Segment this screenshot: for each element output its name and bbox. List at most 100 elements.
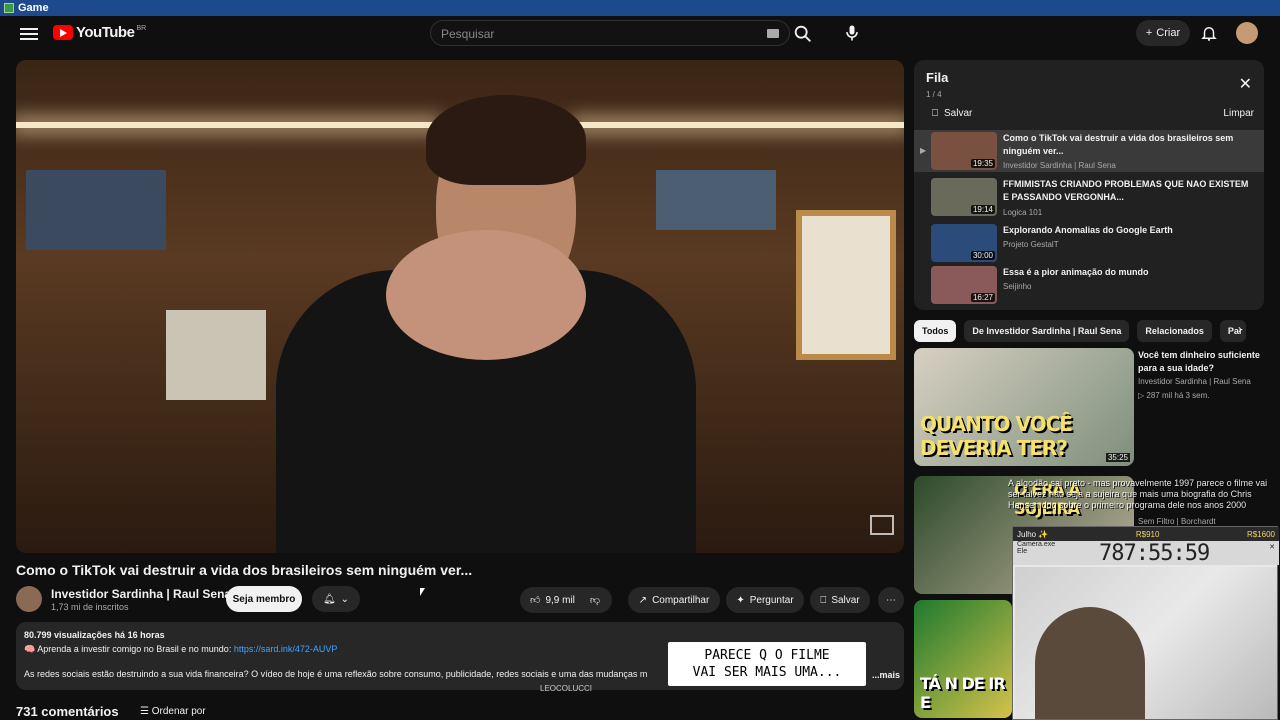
microphone-icon[interactable] <box>842 23 862 43</box>
countdown-value: 787:55:59 <box>1099 541 1210 566</box>
like-count[interactable]: 9,9 mil <box>545 595 574 606</box>
streamer <box>1035 607 1145 719</box>
queue-item-channel: Logica 101 <box>1003 208 1043 217</box>
queue-item[interactable]: 30:00 Explorando Anomalias do Google Ear… <box>914 222 1264 264</box>
chevron-down-icon: ⌄ <box>340 593 350 605</box>
show-more-link[interactable]: ...mais <box>872 670 900 680</box>
queue-item-title: Explorando Anomalias do Google Earth <box>1003 225 1173 235</box>
chip-related[interactable]: Relacionados <box>1137 320 1212 342</box>
stream-chat-overlay: A algodão sai preto - mas provavelmente … <box>1008 478 1268 510</box>
save-button[interactable]: ⎕ Salvar <box>810 587 870 613</box>
thumbnail-text: TÁ N DE IR E <box>920 674 1006 712</box>
queue-clear-button[interactable]: Limpar <box>1223 108 1254 119</box>
queue-item[interactable]: ▶ 19:35 Como o TikTok vai destruir a vid… <box>914 130 1264 172</box>
like-icon[interactable]: 👍︎ <box>530 594 540 606</box>
logo-text: YouTube <box>76 24 135 41</box>
queue-thumbnail: 19:14 <box>931 178 997 216</box>
bell-icon: 🔔︎ <box>322 593 336 605</box>
notifications-bell-icon[interactable] <box>1200 24 1218 42</box>
more-actions-button[interactable]: ⋯ <box>878 587 904 613</box>
subscriber-count: 1,73 mi de inscritos <box>51 602 129 612</box>
recommendation-thumbnail[interactable]: TÁ N DE IR E <box>914 600 1012 718</box>
queue-position: 1 / 4 <box>926 90 942 99</box>
webcam-feed <box>1015 567 1277 719</box>
dislike-icon[interactable]: 👎︎ <box>590 594 600 606</box>
stream-subtitle: PARECE Q O FILME VAI SER MAIS UMA... <box>668 642 866 686</box>
chip-channel[interactable]: De Investidor Sardinha | Raul Sena <box>964 320 1130 342</box>
plus-icon: + <box>1145 27 1153 39</box>
shelf-light-right <box>576 122 904 128</box>
queue-item-title: Como o TikTok vai destruir a vida dos br… <box>1003 133 1234 156</box>
window-title: Game <box>18 2 49 14</box>
close-icon[interactable]: ✕ <box>1239 74 1252 94</box>
picture-frame <box>796 210 896 360</box>
recommendation-title[interactable]: Você tem dinheiro suficiente para a sua … <box>1138 349 1268 375</box>
ask-label: Perguntar <box>749 594 794 606</box>
ask-button[interactable]: ✦ Perguntar <box>726 587 804 613</box>
chip-all[interactable]: Todos <box>914 320 957 342</box>
subtitle-line-2: VAI SER MAIS UMA... <box>692 665 842 680</box>
youtube-play-icon <box>53 25 73 40</box>
recommendation-channel[interactable]: Investidor Sardinha | Raul Sena <box>1138 377 1268 386</box>
window-titlebar: Game <box>0 0 1280 16</box>
video-title: Como o TikTok vai destruir a vida dos br… <box>16 562 473 578</box>
more-icon: ⋯ <box>886 594 896 606</box>
app-icon <box>4 3 14 13</box>
queue-thumbnail: 19:35 <box>931 132 997 170</box>
duration: 35:25 <box>1105 453 1130 462</box>
queue-item-title: FFMIMISTAS CRIANDO PROBLEMAS QUE NAO EXI… <box>1003 179 1249 202</box>
youtube-header: YouTube BR Pesquisar + Criar <box>0 16 1280 52</box>
save-label: Salvar <box>831 594 860 606</box>
stream-timer-widget: Julho ✨ R$910 R$1600 Camera.exe Ele ✕ 78… <box>1012 526 1279 720</box>
bookmark-icon: ⎕ <box>820 594 827 606</box>
recommendation-meta: ▷ 287 mil há 3 sem. <box>1138 391 1210 400</box>
queue-item-title: Essa é a pior animação do mundo <box>1003 267 1149 277</box>
queue-item-channel: Projeto GestalT <box>1003 240 1059 249</box>
duration: 19:35 <box>970 159 995 168</box>
comments-count: 731 comentários <box>16 704 119 719</box>
menu-icon[interactable] <box>20 25 38 43</box>
recommendation-channel[interactable]: Sem Filtro | Borchardt <box>1138 517 1268 526</box>
bookmark-icon: ⎕ <box>932 108 938 119</box>
video-player[interactable] <box>16 60 904 553</box>
sparkle-icon: ✦ <box>736 594 745 606</box>
close-icon[interactable]: ✕ <box>1269 543 1275 551</box>
money-goal-mid: R$910 <box>1135 529 1160 539</box>
shelf-light-left <box>16 122 436 128</box>
money-goal-right: R$1600 <box>1246 529 1275 539</box>
description-link[interactable]: https://sard.ink/472-AUVP <box>234 644 338 654</box>
channel-avatar[interactable] <box>16 586 42 612</box>
subscription-bell-button[interactable]: 🔔︎ ⌄ <box>312 586 360 612</box>
search-input[interactable]: Pesquisar <box>430 20 790 46</box>
sort-label: Ordenar por <box>151 706 206 717</box>
chevron-right-icon[interactable]: › <box>1238 322 1242 336</box>
bookshelf-books <box>656 170 776 230</box>
keyboard-icon[interactable] <box>767 29 779 38</box>
queue-save-label: Salvar <box>944 108 973 119</box>
channel-name[interactable]: Investidor Sardinha | Raul Sena ● <box>51 587 240 601</box>
share-button[interactable]: ↗ Compartilhar <box>628 587 720 613</box>
queue-thumbnail: 16:27 <box>931 266 997 304</box>
sort-comments-button[interactable]: ☰ Ordenar por <box>140 706 206 717</box>
youtube-logo[interactable]: YouTube BR <box>53 24 146 41</box>
search-placeholder: Pesquisar <box>441 27 495 41</box>
create-button[interactable]: + Criar <box>1136 20 1190 46</box>
country-code: BR <box>136 25 147 32</box>
recommendation-thumbnail[interactable]: QUANTO VOCÊ DEVERIA TER? 35:25 <box>914 348 1134 466</box>
bookshelf-books <box>166 310 266 400</box>
presenter-hands <box>386 230 586 360</box>
queue-item[interactable]: 19:14 FFMIMISTAS CRIANDO PROBLEMAS QUE N… <box>914 176 1264 218</box>
chip-more[interactable]: Par <box>1219 320 1246 342</box>
queue-item[interactable]: 16:27 Essa é a pior animação do mundo Se… <box>914 264 1264 306</box>
duration: 19:14 <box>970 205 995 214</box>
thumbnail-text: QUANTO VOCÊ DEVERIA TER? <box>920 412 1073 460</box>
queue-title: Fila <box>926 70 949 85</box>
join-member-button[interactable]: Seja membro <box>226 586 302 612</box>
timer-header: Julho ✨ R$910 R$1600 <box>1013 527 1279 541</box>
queue-save-button[interactable]: ⎕ Salvar <box>932 108 972 119</box>
duration: 30:00 <box>970 251 995 260</box>
share-label: Compartilhar <box>652 594 710 606</box>
channel-watermark-icon[interactable] <box>870 515 894 535</box>
account-avatar[interactable] <box>1236 22 1258 44</box>
search-icon[interactable] <box>792 23 814 45</box>
